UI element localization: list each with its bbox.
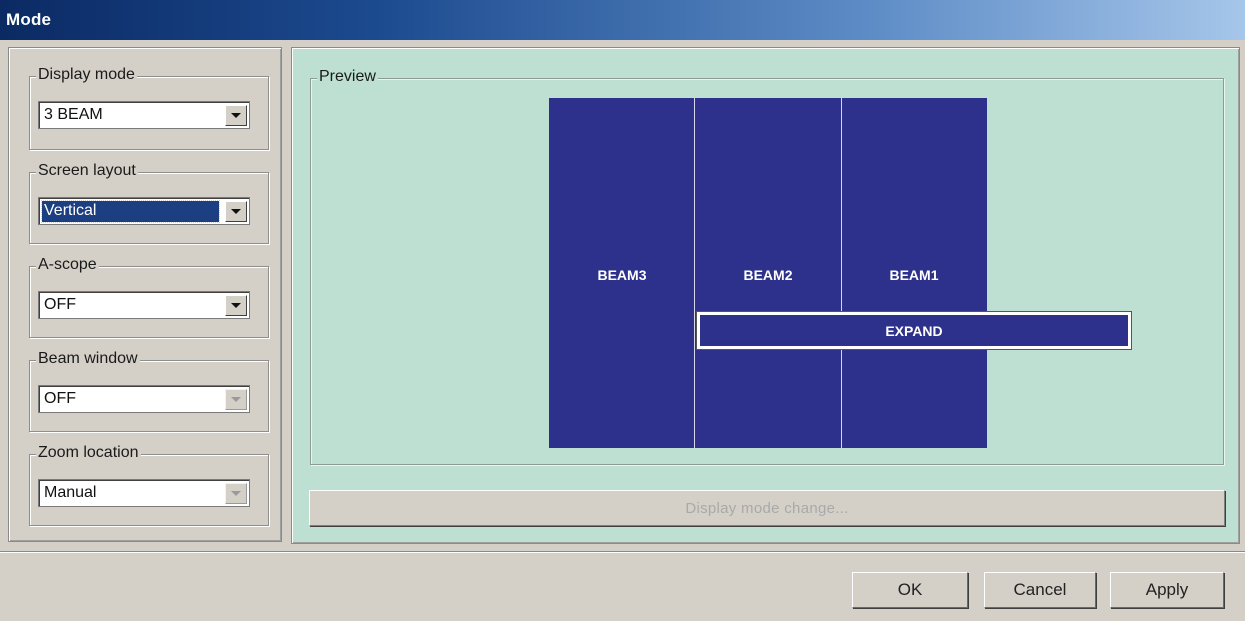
beam-window-label: Beam window — [36, 350, 140, 368]
a-scope-select[interactable]: OFF — [38, 291, 250, 319]
preview-group: Preview BEAM3 BEAM2 BEAM1 EXPAND — [310, 68, 1224, 465]
chevron-down-icon — [231, 113, 241, 118]
settings-panel: Display mode 3 BEAM Screen layout Vertic… — [8, 47, 282, 542]
expand-label: EXPAND — [700, 315, 1128, 346]
apply-button[interactable]: Apply — [1110, 572, 1224, 608]
beam-window-select[interactable]: OFF — [38, 385, 250, 413]
beam-window-group: Beam window OFF — [29, 350, 269, 432]
beam-label: BEAM2 — [743, 267, 793, 283]
beam-label: BEAM1 — [889, 267, 939, 283]
zoom-location-select[interactable]: Manual — [38, 479, 250, 507]
chevron-down-icon — [231, 397, 241, 402]
chevron-down-icon — [231, 303, 241, 308]
display-mode-dropdown-button[interactable] — [225, 105, 247, 126]
zoom-location-dropdown-button[interactable] — [225, 483, 247, 504]
display-mode-label: Display mode — [36, 66, 137, 84]
title-bar: Mode — [0, 0, 1245, 40]
beam-window-dropdown-button[interactable] — [225, 389, 247, 410]
a-scope-dropdown-button[interactable] — [225, 295, 247, 316]
zoom-location-label: Zoom location — [36, 444, 141, 462]
expand-panel: EXPAND — [696, 311, 1132, 350]
display-mode-value: 3 BEAM — [44, 106, 103, 123]
screen-layout-dropdown-button[interactable] — [225, 201, 247, 222]
zoom-location-group: Zoom location Manual — [29, 444, 269, 526]
chevron-down-icon — [231, 491, 241, 496]
ok-button[interactable]: OK — [852, 572, 968, 608]
beam-window-value: OFF — [44, 390, 76, 407]
beam-label: BEAM3 — [597, 267, 647, 283]
beam-panel-3: BEAM3 — [549, 98, 695, 448]
a-scope-group: A-scope OFF — [29, 256, 269, 338]
cancel-button[interactable]: Cancel — [984, 572, 1096, 608]
beam-layout-preview: BEAM3 BEAM2 BEAM1 — [549, 98, 987, 448]
chevron-down-icon — [231, 209, 241, 214]
preview-panel: Preview BEAM3 BEAM2 BEAM1 EXPAND Display… — [291, 47, 1240, 544]
mode-dialog: Mode Display mode 3 BEAM Screen layout V… — [0, 0, 1245, 621]
display-mode-select[interactable]: 3 BEAM — [38, 101, 250, 129]
screen-layout-label: Screen layout — [36, 162, 138, 180]
a-scope-value: OFF — [44, 296, 76, 313]
screen-layout-value: Vertical — [41, 200, 220, 223]
zoom-location-value: Manual — [44, 484, 97, 501]
screen-layout-group: Screen layout Vertical — [29, 162, 269, 244]
dialog-footer: OK Cancel Apply — [0, 551, 1245, 621]
display-mode-group: Display mode 3 BEAM — [29, 66, 269, 150]
preview-label: Preview — [317, 68, 378, 86]
screen-layout-select[interactable]: Vertical — [38, 197, 250, 225]
window-title: Mode — [6, 10, 52, 29]
a-scope-label: A-scope — [36, 256, 99, 274]
beam-panel-2: BEAM2 — [695, 98, 841, 448]
display-mode-change-button[interactable]: Display mode change... — [309, 490, 1225, 526]
beam-panel-1: BEAM1 — [841, 98, 987, 448]
